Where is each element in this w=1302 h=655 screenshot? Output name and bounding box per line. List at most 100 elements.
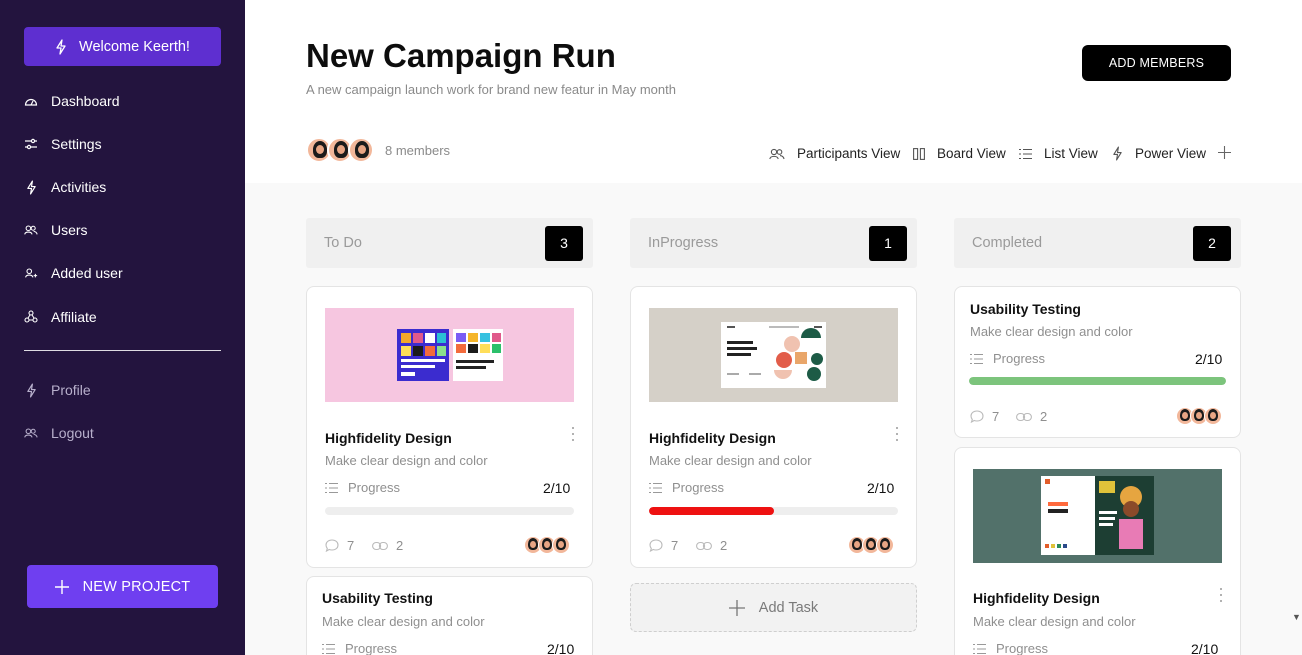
card-assignees[interactable]	[524, 536, 570, 554]
card-description: Make clear design and color	[325, 453, 488, 468]
add-user-icon	[24, 266, 38, 280]
members-count: 8 members	[385, 143, 451, 158]
bolt-icon	[1112, 146, 1123, 161]
progress-fraction: 2/10	[867, 480, 895, 496]
sidebar-item-label: Profile	[51, 382, 91, 398]
links-count[interactable]: 2	[696, 538, 727, 553]
column-header-inprogress: InProgress 1	[630, 218, 917, 268]
comment-icon	[325, 539, 339, 552]
participants-view-tab[interactable]: Participants View	[769, 146, 900, 161]
progress-fraction: 2/10	[1191, 641, 1219, 655]
link-icon	[1016, 412, 1032, 422]
users-icon	[769, 148, 785, 160]
card-assignees[interactable]	[848, 536, 894, 554]
progress-fill	[969, 377, 1226, 385]
progress-label: Progress	[970, 351, 1045, 366]
view-label: Participants View	[797, 146, 901, 161]
users-icon	[24, 426, 38, 440]
list-icon	[325, 482, 338, 493]
page-title: New Campaign Run	[306, 37, 616, 74]
board-view-tab[interactable]: Board View	[913, 146, 1006, 161]
progress-text: Progress	[672, 480, 725, 495]
comments-count[interactable]: 7	[325, 538, 354, 553]
bolt-icon	[24, 179, 38, 195]
add-view-button[interactable]	[1218, 146, 1231, 159]
progress-label: Progress	[325, 480, 400, 495]
scroll-down-arrow-icon[interactable]: ▼	[1292, 612, 1301, 622]
sidebar-item-activities[interactable]: Activities	[24, 179, 106, 195]
sidebar-item-profile[interactable]: Profile	[24, 382, 91, 398]
view-label: Power View	[1135, 146, 1207, 161]
power-view-tab[interactable]: Power View	[1112, 146, 1206, 161]
list-icon	[322, 643, 335, 654]
card-thumbnail	[973, 469, 1222, 563]
sidebar-item-affiliate[interactable]: Affiliate	[24, 309, 97, 325]
list-icon	[1019, 148, 1032, 160]
comments-count[interactable]: 7	[649, 538, 678, 553]
sidebar-item-label: Dashboard	[51, 93, 120, 109]
progress-fraction: 2/10	[547, 641, 575, 655]
comment-icon	[970, 410, 984, 423]
more-options-icon[interactable]	[571, 427, 575, 441]
card-title: Highfidelity Design	[649, 430, 776, 446]
sliders-icon	[24, 137, 38, 151]
view-label: List View	[1044, 146, 1098, 161]
column-header-todo: To Do 3	[306, 218, 593, 268]
comment-count-text: 7	[347, 538, 355, 553]
comment-count-text: 7	[992, 409, 1000, 424]
comments-count[interactable]: 7	[970, 409, 999, 424]
link-count-text: 2	[720, 538, 728, 553]
card-description: Make clear design and color	[322, 614, 485, 629]
plus-icon	[728, 599, 745, 616]
sidebar-item-added-user[interactable]: Added user	[24, 265, 123, 281]
link-count-text: 2	[396, 538, 404, 553]
plus-icon	[54, 579, 69, 594]
column-title: Completed	[972, 235, 1043, 251]
avatar	[876, 536, 894, 554]
sidebar-item-label: Logout	[51, 425, 94, 441]
sidebar-item-label: Activities	[51, 179, 107, 195]
sidebar-item-label: Added user	[51, 265, 123, 281]
sidebar-item-label: Users	[51, 222, 88, 238]
member-avatars[interactable]	[306, 137, 374, 163]
links-count[interactable]: 2	[1016, 409, 1047, 424]
progress-text: Progress	[348, 480, 401, 495]
sidebar-item-users[interactable]: Users	[24, 222, 88, 238]
welcome-label: Welcome Keerth!	[79, 38, 190, 55]
card-description: Make clear design and color	[649, 453, 812, 468]
sidebar-divider	[24, 350, 221, 351]
progress-fill	[649, 507, 774, 515]
column-header-completed: Completed 2	[954, 218, 1241, 268]
sidebar-item-label: Settings	[51, 136, 102, 152]
view-label: Board View	[937, 146, 1006, 161]
card-assignees[interactable]	[1176, 407, 1222, 425]
add-task-label: Add Task	[758, 599, 819, 616]
links-count[interactable]: 2	[372, 538, 403, 553]
sidebar-item-settings[interactable]: Settings	[24, 136, 102, 152]
page-subtitle: A new campaign launch work for brand new…	[306, 82, 676, 97]
columns-icon	[913, 147, 925, 160]
more-options-icon[interactable]	[895, 427, 899, 441]
sidebar-item-logout[interactable]: Logout	[24, 425, 94, 441]
sidebar-item-dashboard[interactable]: Dashboard	[24, 93, 120, 109]
link-icon	[372, 541, 388, 551]
card-description: Make clear design and color	[973, 614, 1136, 629]
welcome-button[interactable]: Welcome Keerth!	[24, 27, 221, 66]
progress-label: Progress	[973, 641, 1048, 655]
add-members-button[interactable]: ADD MEMBERS	[1082, 45, 1231, 81]
progress-label: Progress	[322, 641, 397, 655]
more-options-icon[interactable]	[1219, 588, 1223, 602]
link-icon	[696, 541, 712, 551]
list-icon	[970, 353, 983, 364]
progress-fraction: 2/10	[1195, 351, 1223, 367]
column-title: To Do	[324, 235, 362, 251]
link-count-text: 2	[1040, 409, 1048, 424]
comment-count-text: 7	[671, 538, 679, 553]
plus-icon	[1218, 146, 1231, 159]
sidebar-item-label: Affiliate	[51, 309, 97, 325]
add-task-button[interactable]: Add Task	[630, 583, 917, 632]
list-view-tab[interactable]: List View	[1019, 146, 1098, 161]
card-thumbnail	[325, 308, 574, 402]
new-project-button[interactable]: NEW PROJECT	[27, 565, 218, 608]
list-icon	[649, 482, 662, 493]
